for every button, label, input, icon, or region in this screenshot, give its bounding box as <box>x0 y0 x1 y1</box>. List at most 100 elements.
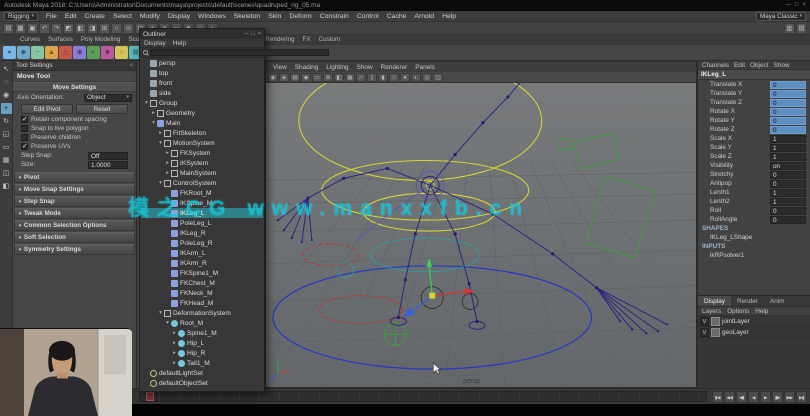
channel-value-input[interactable]: 0 <box>770 117 806 125</box>
attribute-editor-toggle-icon[interactable]: ▤ <box>796 23 807 34</box>
vp-menu-shading[interactable]: Shading <box>291 64 322 71</box>
outliner-item[interactable]: FKHead_M <box>141 298 263 308</box>
blue-control-curves[interactable] <box>273 238 592 369</box>
channel-box-toggle-icon[interactable]: ▥ <box>784 23 795 34</box>
red-control-curves[interactable] <box>303 244 403 323</box>
channel-value-input[interactable]: 1 <box>770 135 806 143</box>
menu-file[interactable]: File <box>42 11 61 22</box>
select-camera-icon[interactable]: ◉ <box>268 73 278 82</box>
channel-row[interactable]: Scale Z 1 <box>698 152 810 161</box>
channel-row[interactable]: Lenth1 1 <box>698 188 810 197</box>
new-scene-icon[interactable]: ▤ <box>3 23 14 34</box>
shelf-tab-rendering[interactable]: Rendering <box>261 35 298 45</box>
collapsible-section-header[interactable]: Common Selection Options <box>14 220 135 231</box>
camera-attributes-icon[interactable]: ▤ <box>290 73 300 82</box>
cluster-icon[interactable]: ○ <box>115 46 128 59</box>
outliner-item[interactable]: side <box>141 88 263 98</box>
outliner-item[interactable]: IKArm_R <box>141 258 263 268</box>
menu-help[interactable]: Help <box>438 11 460 22</box>
move-tool-icon[interactable]: + <box>1 103 12 114</box>
outliner-item[interactable]: defaultObjectSet <box>141 378 263 388</box>
checkbox-row[interactable]: Retain component spacing <box>13 115 136 124</box>
menu-skin[interactable]: Skin <box>264 11 285 22</box>
channel-value-input[interactable]: 0 <box>770 99 806 107</box>
channel-value-input[interactable]: 0 <box>770 216 806 224</box>
outliner-item[interactable]: ▸ MainSystem <box>141 168 263 178</box>
outliner-maximize-icon[interactable]: □ <box>251 31 254 37</box>
two-d-pan-zoom-icon[interactable]: ⊕ <box>323 73 333 82</box>
setting-value-input[interactable]: 1.0000 <box>88 161 128 169</box>
hypershade-layout-icon[interactable]: ◧ <box>1 181 12 192</box>
expander-icon[interactable]: ▸ <box>171 350 178 356</box>
go-to-end-icon[interactable]: ▶▮ <box>796 391 807 403</box>
bind-skin-icon[interactable]: ▲ <box>45 46 58 59</box>
outliner-item[interactable]: ▸ Tail1_M <box>141 358 263 368</box>
checkbox[interactable] <box>21 116 28 123</box>
xray-mode-icon[interactable]: ◫ <box>433 73 443 82</box>
outliner-item[interactable]: PoleLeg_L <box>141 218 263 228</box>
reset-pivot-button[interactable]: Reset <box>76 104 128 114</box>
shelf-tab-curves[interactable]: Curves <box>16 35 44 45</box>
layer-color-swatch[interactable] <box>711 328 720 337</box>
snap-to-grid-icon[interactable]: ⊞ <box>99 23 110 34</box>
channel-row[interactable]: Lenth2 1 <box>698 197 810 206</box>
shelf-tab-poly-modeling[interactable]: Poly Modeling <box>77 35 125 45</box>
channel-row[interactable]: Rotate Z 0 <box>698 125 810 134</box>
display-layer-row[interactable]: V geoLayer <box>698 327 810 338</box>
layer-tab-display[interactable]: Display <box>698 296 731 306</box>
play-backwards-icon[interactable]: ◀ <box>748 391 759 403</box>
layer-visibility-toggle[interactable]: V <box>700 328 709 337</box>
expander-icon[interactable]: ▾ <box>157 310 164 316</box>
vp-menu-view[interactable]: View <box>269 64 291 71</box>
paint-weights-icon[interactable]: ◉ <box>73 46 86 59</box>
create-joint-icon[interactable]: ● <box>3 46 16 59</box>
unbind-skin-icon[interactable]: △ <box>59 46 72 59</box>
film-gate-icon[interactable]: ▱ <box>356 73 366 82</box>
collapsible-section-header[interactable]: Step Snap <box>14 196 135 207</box>
menu-constrain[interactable]: Constrain <box>316 11 353 22</box>
channel-row[interactable]: Rotate Y 0 <box>698 116 810 125</box>
outliner-item[interactable]: ▾ MotionSystem <box>141 138 263 148</box>
channel-value-input[interactable]: 1 <box>770 198 806 206</box>
layer-color-swatch[interactable] <box>711 317 720 326</box>
menu-create[interactable]: Create <box>81 11 109 22</box>
outliner-item[interactable]: ▸ IKSystem <box>141 158 263 168</box>
viewport-3d-scene[interactable]: persp <box>266 83 696 387</box>
outliner-item[interactable]: ▾ Group <box>141 98 263 108</box>
channel-value-input[interactable]: 0 <box>770 180 806 188</box>
channel-row[interactable]: RollAngle 0 <box>698 215 810 224</box>
image-plane-icon[interactable]: ▭ <box>312 73 322 82</box>
selected-object-name[interactable]: IKLeg_L <box>698 70 810 80</box>
expander-icon[interactable]: ▸ <box>150 110 157 116</box>
cb-menu-channels[interactable]: Channels <box>702 62 729 69</box>
bookmark-icon[interactable]: ◆ <box>301 73 311 82</box>
paint-select-tool-icon[interactable]: ◉ <box>1 90 12 101</box>
channel-row[interactable]: Translate X 0 <box>698 80 810 89</box>
outliner-menu-display[interactable]: Display <box>144 40 166 47</box>
outliner-item[interactable]: ▸ Hip_L <box>141 338 263 348</box>
edit-pivot-button[interactable]: Edit Pivot <box>21 104 73 114</box>
outliner-item[interactable]: FKChest_M <box>141 278 263 288</box>
expander-icon[interactable]: ▾ <box>157 140 164 146</box>
expander-icon[interactable]: ▸ <box>164 150 171 156</box>
menu-cache[interactable]: Cache <box>383 11 411 22</box>
menu-modify[interactable]: Modify <box>136 11 164 22</box>
outliner-minimize-icon[interactable]: ─ <box>245 31 249 37</box>
lasso-tool-icon[interactable]: ◌ <box>1 77 12 88</box>
step-forward-key-icon[interactable]: ▶▶ <box>784 391 795 403</box>
step-back-key-icon[interactable]: ◀◀ <box>724 391 735 403</box>
channel-value-input[interactable]: 0 <box>770 171 806 179</box>
undo-icon[interactable]: ↶ <box>39 23 50 34</box>
close-icon[interactable]: × <box>129 63 133 69</box>
cb-menu-edit[interactable]: Edit <box>734 62 745 69</box>
input-node-name[interactable]: ikRPsolver1 <box>698 251 810 260</box>
shelf-tab-custom[interactable]: Custom <box>315 35 345 45</box>
menu-windows[interactable]: Windows <box>194 11 230 22</box>
scale-tool-icon[interactable]: ◱ <box>1 129 12 140</box>
menu-skeleton[interactable]: Skeleton <box>230 11 264 22</box>
outliner-item[interactable]: PoleLeg_R <box>141 238 263 248</box>
ik-handle-icon[interactable]: ◆ <box>17 46 30 59</box>
channel-value-input[interactable]: 1 <box>770 189 806 197</box>
outliner-item[interactable]: FKSpine1_M <box>141 268 263 278</box>
four-pane-layout-icon[interactable]: ▦ <box>1 155 12 166</box>
